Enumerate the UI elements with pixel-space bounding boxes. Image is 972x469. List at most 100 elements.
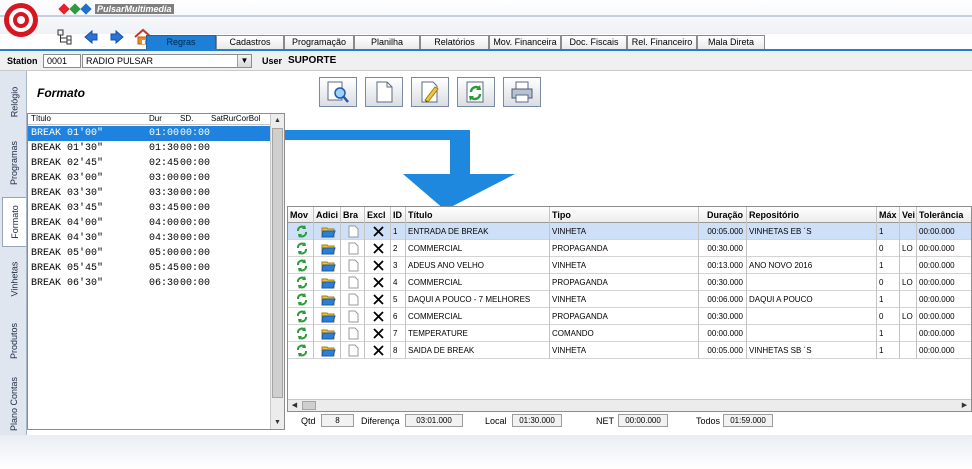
cell-tolerancia: 00:00.000 <box>919 295 955 304</box>
col-tipo[interactable]: Tipo <box>550 207 699 223</box>
list-item[interactable]: BREAK 06'30" 06:30 00:00 <box>28 276 270 291</box>
print-button[interactable] <box>503 77 541 107</box>
tree-view-icon[interactable] <box>56 28 74 46</box>
table-row[interactable]: 1 ENTRADA DE BREAK VINHETA 00:05.000 VINHETA… <box>288 223 971 240</box>
move-icon[interactable] <box>288 325 314 342</box>
folder-add-icon[interactable] <box>314 342 341 359</box>
tab-mala-direta[interactable]: Mala Direta <box>697 35 765 50</box>
search-document-button[interactable] <box>319 77 357 107</box>
col-duracao[interactable]: Duração <box>699 207 747 223</box>
move-icon[interactable] <box>288 342 314 359</box>
tab-rel-financeiro[interactable]: Rel. Financeiro <box>627 35 697 50</box>
blank-document-icon[interactable] <box>341 257 365 274</box>
list-item[interactable]: BREAK 04'00" 04:00 00:00 <box>28 216 270 231</box>
col-titulo[interactable]: Título <box>406 207 550 223</box>
scroll-left-icon[interactable]: ◀ <box>288 399 301 412</box>
delete-x-icon[interactable] <box>365 342 391 359</box>
table-row[interactable]: 4 COMMERCIAL PROPAGANDA 00:30.000 0 LO 00:00.0… <box>288 274 971 291</box>
folder-add-icon[interactable] <box>314 291 341 308</box>
table-row[interactable]: 3 ADEUS ANO VELHO VINHETA 00:13.000 ANO NOVO… <box>288 257 971 274</box>
blank-document-icon[interactable] <box>341 325 365 342</box>
col-max[interactable]: Máx <box>877 207 900 223</box>
side-tab-produtos[interactable]: Produtos <box>2 313 26 369</box>
list-item[interactable]: BREAK 03'45" 03:45 00:00 <box>28 201 270 216</box>
side-tab-formato[interactable]: Formato <box>2 197 26 247</box>
col-excl[interactable]: Excl <box>365 207 391 223</box>
scroll-right-icon[interactable]: ▶ <box>958 399 971 412</box>
delete-x-icon[interactable] <box>365 291 391 308</box>
cell-repositorio <box>747 274 877 291</box>
edit-document-button[interactable] <box>411 77 449 107</box>
col-vei[interactable]: Vei <box>900 207 917 223</box>
list-item[interactable]: BREAK 01'00" 01:00 00:00 <box>28 126 270 141</box>
move-icon[interactable] <box>288 257 314 274</box>
col-tolerancia[interactable]: Tolerância <box>917 207 971 223</box>
table-row[interactable]: 5 DAQUI A POUCO - 7 MELHORES VINHETA 00:06.… <box>288 291 971 308</box>
format-list-scrollbar[interactable]: ▲ ▼ <box>270 114 284 429</box>
blank-document-icon[interactable] <box>341 342 365 359</box>
back-arrow-icon[interactable] <box>82 28 100 46</box>
side-tab-relogio[interactable]: Relógio <box>2 77 26 127</box>
scroll-down-icon[interactable]: ▼ <box>271 416 284 429</box>
table-row[interactable]: 6 COMMERCIAL PROPAGANDA 00:30.000 0 LO 00:00.0… <box>288 308 971 325</box>
col-repositorio[interactable]: Repositório <box>747 207 877 223</box>
tab-mov-financeira[interactable]: Mov. Financeira <box>489 35 561 50</box>
col-adici[interactable]: Adici <box>314 207 341 223</box>
list-item[interactable]: BREAK 03'30" 03:30 00:00 <box>28 186 270 201</box>
chevron-down-icon[interactable]: ▼ <box>237 55 251 67</box>
list-item[interactable]: BREAK 04'30" 04:30 00:00 <box>28 231 270 246</box>
side-tab-programas[interactable]: Programas <box>2 135 26 191</box>
tab-doc-fiscais[interactable]: Doc. Fiscais <box>561 35 627 50</box>
move-icon[interactable] <box>288 223 314 240</box>
move-icon[interactable] <box>288 308 314 325</box>
grid-horizontal-scrollbar[interactable]: ◀ ▶ <box>288 399 971 411</box>
delete-x-icon[interactable] <box>365 274 391 291</box>
list-item[interactable]: BREAK 05'00" 05:00 00:00 <box>28 246 270 261</box>
folder-add-icon[interactable] <box>314 240 341 257</box>
list-item-title: BREAK 05'00" <box>31 248 104 259</box>
refresh-button[interactable] <box>457 77 495 107</box>
tab-cadastros[interactable]: Cadastros <box>216 35 284 50</box>
delete-x-icon[interactable] <box>365 240 391 257</box>
tab-programacao[interactable]: Programação <box>284 35 354 50</box>
move-icon[interactable] <box>288 291 314 308</box>
new-document-button[interactable] <box>365 77 403 107</box>
scroll-thumb[interactable] <box>272 128 283 398</box>
list-item[interactable]: BREAK 03'00" 03:00 00:00 <box>28 171 270 186</box>
table-row[interactable]: 2 COMMERCIAL PROPAGANDA 00:30.000 0 LO 00:00.0… <box>288 240 971 257</box>
move-icon[interactable] <box>288 240 314 257</box>
col-id[interactable]: ID <box>391 207 406 223</box>
folder-add-icon[interactable] <box>314 308 341 325</box>
delete-x-icon[interactable] <box>365 223 391 240</box>
scroll-thumb[interactable] <box>302 401 316 410</box>
blank-document-icon[interactable] <box>341 291 365 308</box>
forward-arrow-icon[interactable] <box>108 28 126 46</box>
blank-document-icon[interactable] <box>341 240 365 257</box>
table-row[interactable]: 8 SAIDA DE BREAK VINHETA 00:05.000 VINHETAS … <box>288 342 971 359</box>
list-item[interactable]: BREAK 01'30" 01:30 00:00 <box>28 141 270 156</box>
move-icon[interactable] <box>288 274 314 291</box>
list-item[interactable]: BREAK 02'45" 02:45 00:00 <box>28 156 270 171</box>
station-code-field[interactable]: 0001 <box>43 54 81 68</box>
scroll-up-icon[interactable]: ▲ <box>271 114 284 127</box>
delete-x-icon[interactable] <box>365 257 391 274</box>
side-tab-vinhetas[interactable]: Vinhetas <box>2 251 26 307</box>
folder-add-icon[interactable] <box>314 257 341 274</box>
delete-x-icon[interactable] <box>365 308 391 325</box>
tab-relatorios[interactable]: Relatórios <box>420 35 489 50</box>
blank-document-icon[interactable] <box>341 308 365 325</box>
folder-add-icon[interactable] <box>314 325 341 342</box>
station-select[interactable]: RADIO PULSAR ▼ <box>82 54 252 68</box>
side-tab-plano-contas[interactable]: Plano Contas <box>2 373 26 435</box>
tab-planilha[interactable]: Planilha <box>354 35 420 50</box>
delete-x-icon[interactable] <box>365 325 391 342</box>
list-item[interactable]: BREAK 05'45" 05:45 00:00 <box>28 261 270 276</box>
table-row[interactable]: 7 TEMPERATURE COMANDO 00:00.000 1 00:00.000 <box>288 325 971 342</box>
blank-document-icon[interactable] <box>341 274 365 291</box>
col-bra[interactable]: Bra <box>341 207 365 223</box>
tab-regras[interactable]: Regras <box>146 35 216 50</box>
blank-document-icon[interactable] <box>341 223 365 240</box>
folder-add-icon[interactable] <box>314 274 341 291</box>
folder-add-icon[interactable] <box>314 223 341 240</box>
col-mov[interactable]: Mov <box>288 207 314 223</box>
